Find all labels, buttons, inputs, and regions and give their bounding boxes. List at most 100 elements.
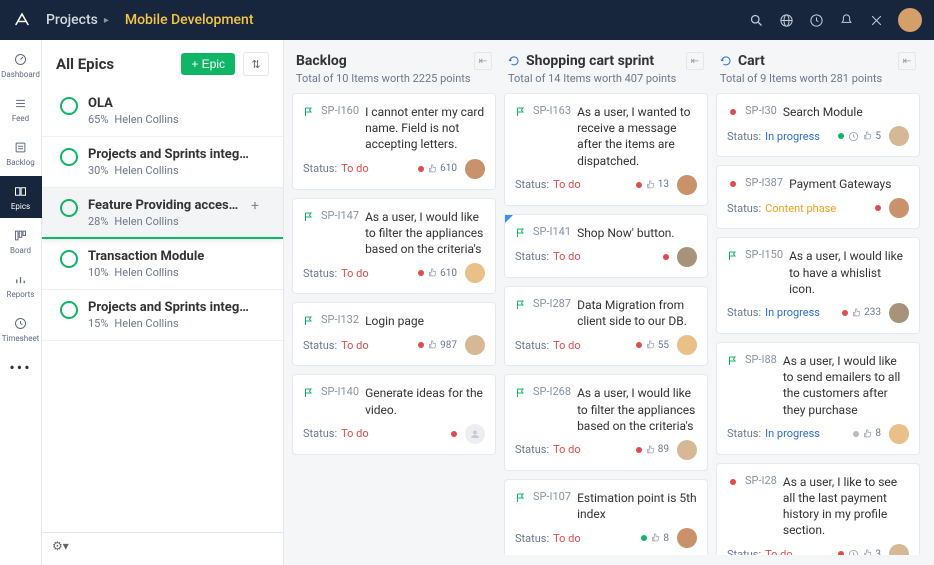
user-avatar[interactable] [898,8,922,32]
story-icon [303,211,315,223]
priority-dot [418,342,424,348]
points-badge: 8 [651,533,669,544]
status-value: To do [341,427,369,440]
collapse-icon[interactable]: ⇤ [686,52,704,70]
status-label: Status: [515,178,549,191]
work-item-card[interactable]: SP-I30 Search Module Status: In progress… [716,93,920,157]
epic-row[interactable]: Transaction Module 10%Helen Collins + [42,239,283,290]
sort-button[interactable]: ⇅ [243,52,269,76]
nav-projects[interactable]: Projects [46,12,98,28]
nav-dashboard[interactable]: Dashboard [0,44,42,86]
item-title: Shop Now' button. [577,225,675,241]
nav-timesheet[interactable]: Timesheet [0,308,42,350]
status-label: Status: [727,427,761,440]
column-title: Shopping cart sprint [526,53,654,69]
work-item-card[interactable]: SP-I150 As a user, I would like to have … [716,237,920,334]
priority-dot [418,166,424,172]
work-item-card[interactable]: SP-I141 Shop Now' button. Status: To do [504,214,708,278]
story-icon [303,387,315,399]
assignee-avatar [465,159,485,179]
app-logo[interactable] [12,10,32,30]
work-item-card[interactable]: SP-I147 As a user, I would like to filte… [292,198,496,295]
assignee-avatar [889,424,909,444]
epic-title: Transaction Module [88,249,269,264]
nav-more[interactable]: ••• [9,358,31,377]
points-badge: 55 [646,340,669,351]
status-label: Status: [303,267,337,280]
unassigned-avatar [465,424,485,444]
story-icon [727,355,739,367]
points-badge: 233 [852,307,881,318]
points-badge: 5 [863,131,881,142]
priority-dot [838,551,844,555]
work-item-card[interactable]: SP-I132 Login page Status: To do 987 [292,302,496,366]
bug-icon [727,178,739,190]
status-label: Status: [727,306,761,319]
item-title: As a user, I would like to filter the ap… [577,385,697,434]
epic-meta: 15%Helen Collins [88,317,269,330]
progress-ring-icon [60,148,78,166]
priority-dot [418,270,424,276]
story-icon [515,299,527,311]
epic-row[interactable]: Projects and Sprints integ… 30%Helen Col… [42,137,283,188]
collapse-icon[interactable]: ⇤ [898,52,916,70]
sprint-icon [720,55,732,67]
item-id: SP-I140 [321,385,359,398]
nav-board[interactable]: Board [0,220,42,262]
assignee-avatar [465,335,485,355]
work-item-card[interactable]: SP-I387 Payment Gateways Status: Content… [716,165,920,229]
item-id: SP-I268 [533,385,571,398]
status-label: Status: [515,250,549,263]
priority-dot [842,310,848,316]
tools-icon[interactable] [868,12,884,28]
breadcrumb: Projects ▸ Mobile Development [46,12,253,28]
work-item-card[interactable]: SP-I28 As a user, I like to see all the … [716,463,920,555]
story-icon [303,106,315,118]
work-item-card[interactable]: SP-I163 As a user, I wanted to receive a… [504,93,708,206]
item-id: SP-I28 [745,474,777,487]
epic-meta: 28%Helen Collins [88,215,241,228]
column-title: Cart [738,53,765,69]
item-title: Login page [365,313,424,329]
nav-current-project[interactable]: Mobile Development [125,12,254,28]
priority-dot [663,254,669,260]
epic-row[interactable]: OLA 65%Helen Collins + [42,86,283,137]
item-title: Search Module [783,104,863,120]
assignee-avatar [677,440,697,460]
nav-backlog[interactable]: Backlog [0,132,42,174]
collapse-icon[interactable]: ⇤ [474,52,492,70]
work-item-card[interactable]: SP-I88 As a user, I would like to send e… [716,342,920,455]
item-title: As a user, I would like to filter the ap… [365,209,485,258]
clock-icon[interactable] [808,12,824,28]
progress-ring-icon [60,301,78,319]
sprint-icon [508,55,520,67]
status-value: In progress [765,427,820,440]
nav-epics[interactable]: Epics [0,176,42,218]
search-icon[interactable] [748,12,764,28]
status-label: Status: [515,443,549,456]
globe-icon[interactable] [778,12,794,28]
work-item-card[interactable]: SP-I160 I cannot enter my card name. Fie… [292,93,496,190]
epic-row[interactable]: Projects and Sprints integ… 15%Helen Col… [42,290,283,341]
add-epic-button[interactable]: + Epic [181,53,235,75]
work-item-card[interactable]: SP-I107 Estimation point is 5th index St… [504,479,708,555]
work-item-card[interactable]: SP-I268 As a user, I would like to filte… [504,374,708,471]
epic-meta: 65%Helen Collins [88,113,269,126]
epic-title: OLA [88,96,269,111]
assignee-avatar [677,528,697,548]
priority-dot [853,431,859,437]
work-item-card[interactable]: SP-I287 Data Migration from client side … [504,286,708,366]
item-title: As a user, I like to see all the last pa… [783,474,909,539]
add-icon[interactable]: + [251,198,269,216]
epic-title: Feature Providing access … [88,198,241,213]
item-title: Estimation point is 5th index [577,490,697,522]
item-id: SP-I150 [745,248,783,261]
assignee-avatar [889,126,909,146]
epic-row[interactable]: Feature Providing access … 28%Helen Coll… [42,188,283,239]
status-label: Status: [515,339,549,352]
nav-reports[interactable]: Reports [0,264,42,306]
panel-settings-icon[interactable]: ⚙▾ [52,539,72,559]
nav-feed[interactable]: Feed [0,88,42,130]
work-item-card[interactable]: SP-I140 Generate ideas for the video. St… [292,374,496,454]
bell-icon[interactable] [838,12,854,28]
